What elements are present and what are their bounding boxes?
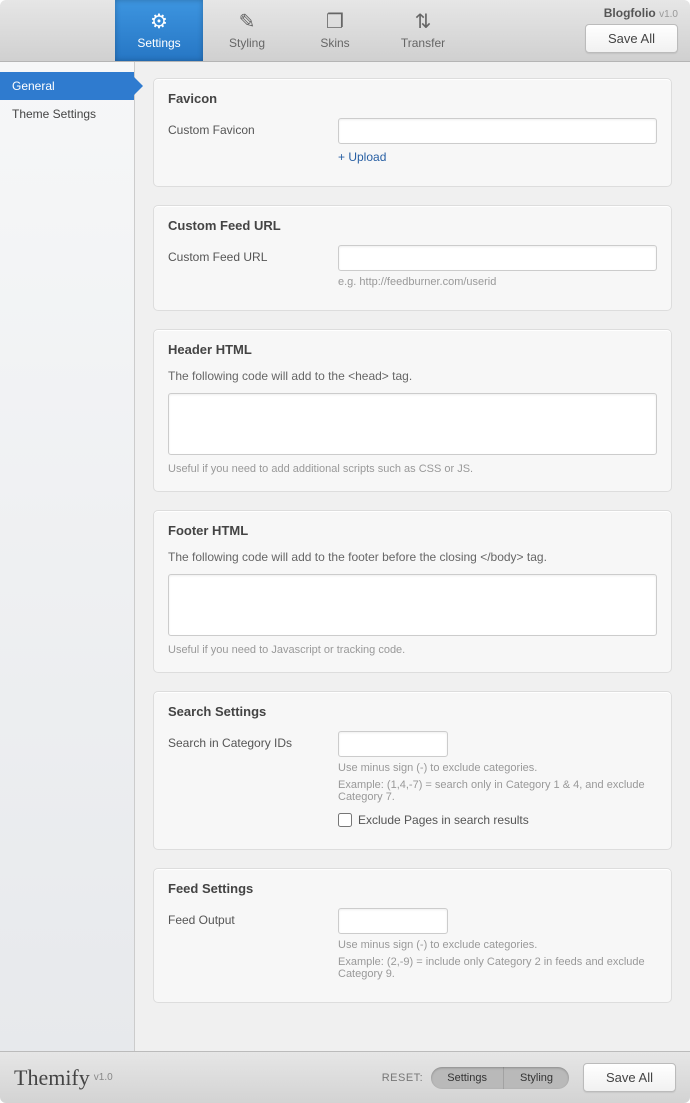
panel-title: Feed Settings [168,881,657,896]
body: General Theme Settings Favicon Custom Fa… [0,62,690,1051]
panel-title: Custom Feed URL [168,218,657,233]
feed-output-input[interactable] [338,908,448,934]
transfer-icon: ⇅ [415,12,432,32]
tab-styling[interactable]: ✎ Styling [203,0,291,61]
reset-label: RESET: [382,1072,424,1084]
favicon-input[interactable] [338,118,657,144]
panel-favicon: Favicon Custom Favicon + Upload [153,78,672,187]
tab-label: Settings [137,36,180,50]
tab-settings[interactable]: ⚙ Settings [115,0,203,61]
reset-styling-button[interactable]: Styling [504,1067,569,1089]
save-all-button-top[interactable]: Save All [585,24,678,53]
exclude-pages-label: Exclude Pages in search results [358,813,529,827]
exclude-pages-checkbox[interactable] [338,813,352,827]
header-html-desc: The following code will add to the <head… [168,369,657,383]
tab-label: Transfer [401,36,445,50]
footer-html-hint: Useful if you need to Javascript or trac… [168,644,657,656]
tab-transfer[interactable]: ⇅ Transfer [379,0,467,61]
search-hint1: Use minus sign (-) to exclude categories… [338,762,657,774]
tab-skins[interactable]: ❐ Skins [291,0,379,61]
search-cat-label: Search in Category IDs [168,731,338,750]
panel-feed: Feed Settings Feed Output Use minus sign… [153,868,672,1003]
top-tabs: ⚙ Settings ✎ Styling ❐ Skins ⇅ Transfer [115,0,467,61]
tab-label: Styling [229,36,265,50]
brand-version: v1.0 [94,1072,113,1083]
sidebar-item-theme-settings[interactable]: Theme Settings [0,100,134,128]
feed-url-input[interactable] [338,245,657,271]
panel-footer-html: Footer HTML The following code will add … [153,510,672,673]
panel-title: Search Settings [168,704,657,719]
header-right: Blogfolio v1.0 Save All [585,6,678,53]
header-html-textarea[interactable] [168,393,657,455]
gear-icon: ⚙ [150,12,168,32]
brand-logo: Themify [14,1065,90,1091]
header: ⚙ Settings ✎ Styling ❐ Skins ⇅ Transfer … [0,0,690,62]
header-html-hint: Useful if you need to add additional scr… [168,463,657,475]
search-hint2: Example: (1,4,-7) = search only in Categ… [338,779,657,803]
tab-label: Skins [320,36,349,50]
favicon-label: Custom Favicon [168,118,338,137]
reset-settings-button[interactable]: Settings [431,1067,504,1089]
search-cat-input[interactable] [338,731,448,757]
panel-header-html: Header HTML The following code will add … [153,329,672,492]
app-version: v1.0 [659,9,678,20]
panel-title: Footer HTML [168,523,657,538]
feed-url-label: Custom Feed URL [168,245,338,264]
app-title: Blogfolio v1.0 [604,6,678,20]
layers-icon: ❐ [326,12,344,32]
panel-feed-url: Custom Feed URL Custom Feed URL e.g. htt… [153,205,672,311]
brush-icon: ✎ [239,12,256,32]
feed-hint1: Use minus sign (-) to exclude categories… [338,939,657,951]
favicon-upload-link[interactable]: + Upload [338,150,386,164]
sidebar: General Theme Settings [0,62,135,1051]
feed-hint2: Example: (2,-9) = include only Category … [338,956,657,980]
sidebar-item-general[interactable]: General [0,72,134,100]
panel-title: Favicon [168,91,657,106]
footer-html-textarea[interactable] [168,574,657,636]
app-name: Blogfolio [604,6,656,20]
main-content: Favicon Custom Favicon + Upload Custom F… [135,62,690,1051]
footer: Themify v1.0 RESET: Settings Styling Sav… [0,1051,690,1103]
panel-title: Header HTML [168,342,657,357]
save-all-button-bottom[interactable]: Save All [583,1063,676,1092]
panel-search: Search Settings Search in Category IDs U… [153,691,672,850]
feed-output-label: Feed Output [168,908,338,927]
footer-html-desc: The following code will add to the foote… [168,550,657,564]
reset-pill: Settings Styling [431,1067,569,1089]
feed-url-hint: e.g. http://feedburner.com/userid [338,276,657,288]
